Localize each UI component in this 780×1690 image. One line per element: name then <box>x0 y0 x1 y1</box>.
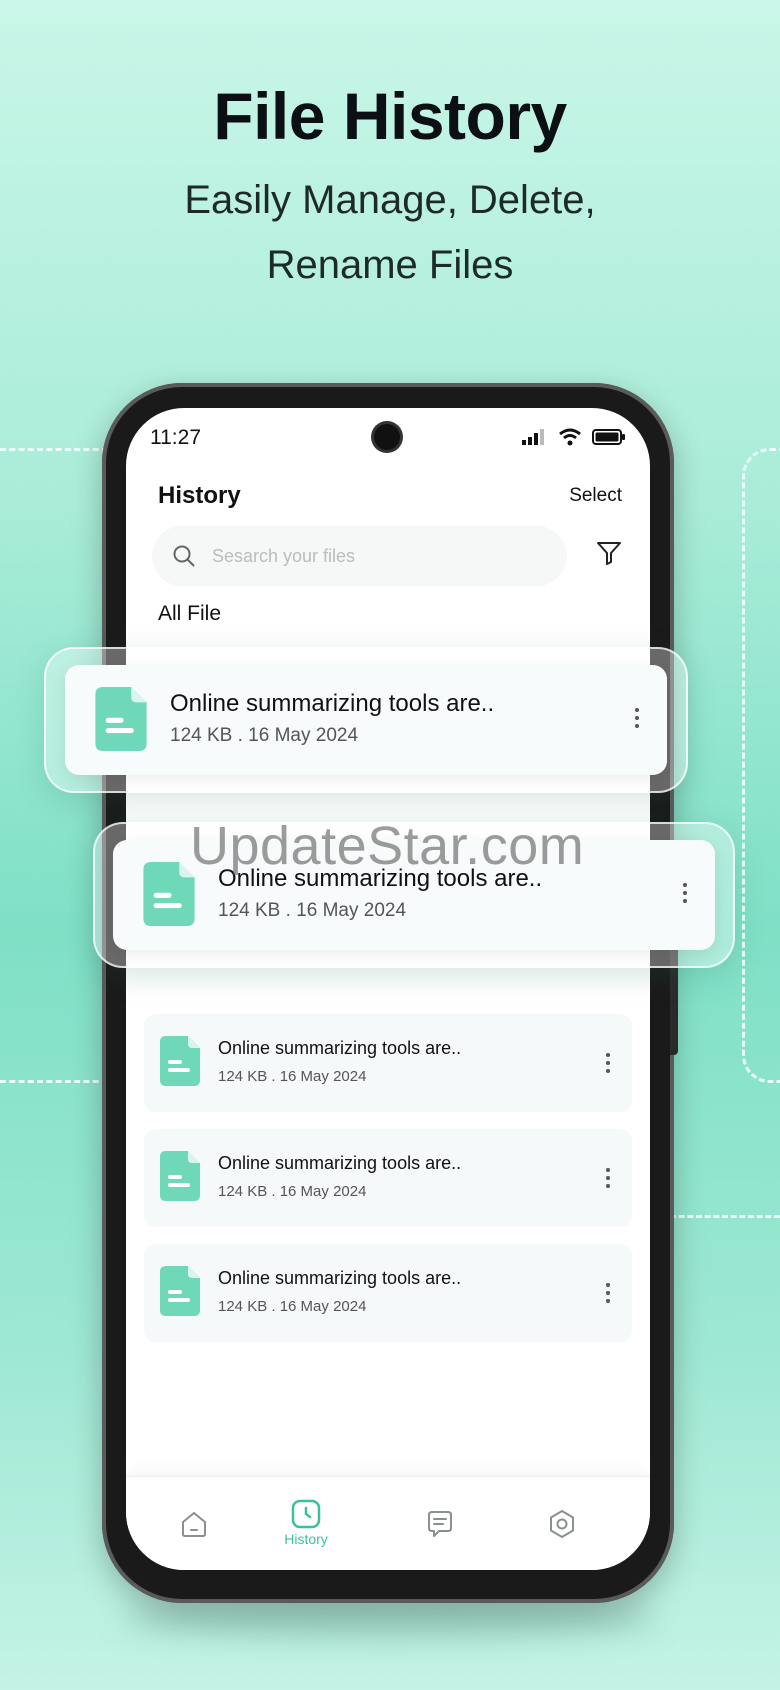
promo-headline: File History <box>213 79 567 153</box>
search-input[interactable] <box>212 545 512 567</box>
status-icons <box>522 428 626 446</box>
battery-icon <box>592 429 625 445</box>
settings-icon <box>550 1510 574 1538</box>
promo-subline-2: Rename Files <box>266 243 514 287</box>
file-meta: 124 KB . 16 May 2024 <box>218 900 407 921</box>
list-item[interactable]: Online summarizing tools are.. 124 KB . … <box>144 1129 632 1227</box>
decorative-dashed-line-right <box>670 1215 780 1218</box>
more-options-icon[interactable] <box>598 1163 618 1193</box>
document-icon <box>160 1266 200 1316</box>
nav-item-settings[interactable] <box>532 1509 592 1541</box>
file-title: Online summarizing tools are.. <box>218 1038 462 1058</box>
list-item[interactable]: Online summarizing tools are.. 124 KB . … <box>144 1014 632 1112</box>
front-camera <box>374 424 400 450</box>
more-options-icon[interactable] <box>627 703 647 733</box>
nav-item-chat[interactable] <box>410 1509 470 1541</box>
select-button[interactable]: Select <box>569 485 622 507</box>
watermark: UpdateStar.com <box>190 816 585 876</box>
section-label-all-file: All File <box>158 602 222 625</box>
list-item[interactable]: Online summarizing tools are.. 124 KB . … <box>144 1244 632 1342</box>
document-icon <box>160 1036 200 1086</box>
file-meta: 124 KB . 16 May 2024 <box>218 1183 367 1200</box>
document-icon <box>143 862 195 926</box>
wifi-icon <box>559 428 581 446</box>
file-meta: 124 KB . 16 May 2024 <box>218 1298 367 1315</box>
file-title: Online summarizing tools are.. <box>218 1153 462 1173</box>
search-bar[interactable] <box>152 526 567 586</box>
nav-label-history: History <box>284 1531 328 1547</box>
chat-icon <box>428 1511 452 1537</box>
more-options-icon[interactable] <box>598 1278 618 1308</box>
document-icon <box>95 687 147 751</box>
history-icon <box>291 1499 321 1529</box>
file-title: Online summarizing tools are.. <box>170 690 495 717</box>
document-icon <box>160 1151 200 1201</box>
search-icon <box>173 545 195 567</box>
floating-file-card[interactable]: Online summarizing tools are.. 124 KB . … <box>65 665 667 775</box>
nav-item-history[interactable]: History <box>276 1499 336 1547</box>
signal-icon <box>522 429 544 445</box>
phone-screen: 11:27 History Select All File <box>126 408 650 1570</box>
bottom-nav: History <box>126 1476 650 1570</box>
more-options-icon[interactable] <box>598 1048 618 1078</box>
page-title: History <box>158 482 241 509</box>
file-meta: 124 KB . 16 May 2024 <box>218 1068 367 1085</box>
phone-shadow <box>120 1600 660 1640</box>
filter-icon[interactable] <box>596 540 622 566</box>
more-options-icon[interactable] <box>675 878 695 908</box>
home-icon <box>182 1512 206 1537</box>
file-title: Online summarizing tools are.. <box>218 1268 462 1288</box>
decorative-dashed-frame-right <box>742 448 780 1083</box>
status-time: 11:27 <box>150 426 201 449</box>
nav-item-home[interactable] <box>164 1509 224 1541</box>
promo-subline-1: Easily Manage, Delete, <box>184 178 596 222</box>
file-meta: 124 KB . 16 May 2024 <box>170 725 359 746</box>
